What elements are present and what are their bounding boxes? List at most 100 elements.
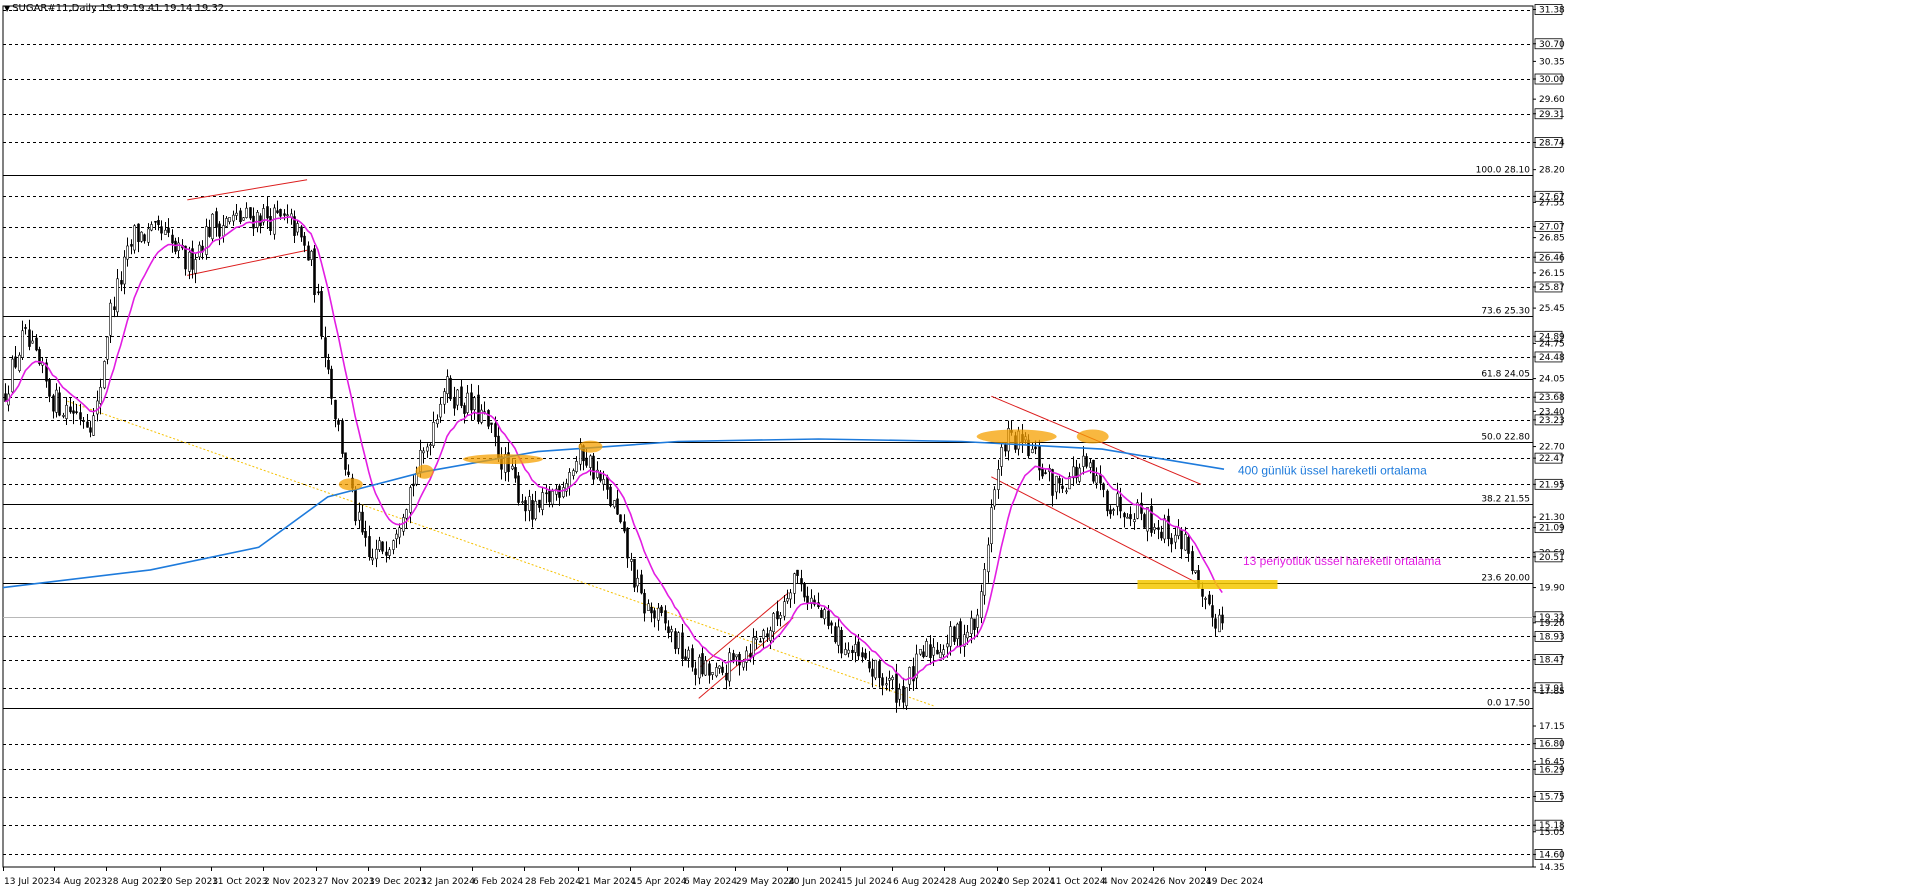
candle-body [650,606,653,614]
candle-body [619,514,622,523]
candle-body [1140,502,1143,514]
candle-body [300,226,303,238]
orange-highlight [976,429,1057,444]
candle-body [147,228,150,243]
price-tick-label: 30.35 [1539,57,1565,67]
time-tick-label: 15 Apr 2024 [631,877,687,887]
candle-body [405,509,408,519]
candle-body [800,578,803,585]
candle-body [602,479,605,485]
candle-body [949,626,952,647]
candle-body [670,629,673,633]
candle-body [1191,551,1194,572]
price-tick-label: 27.55 [1539,198,1565,208]
time-tick-label: 4 Nov 2024 [1102,877,1154,887]
candle-body [1211,605,1214,618]
price-tick-label: 15.05 [1539,828,1565,838]
candle-body [361,511,364,533]
candle-body [133,225,136,251]
candle-body [793,573,796,594]
candle-body [1126,516,1129,519]
candle-body [388,549,391,556]
candle-body [337,420,340,425]
time-tick-label: 19 Dec 2024 [1206,877,1264,887]
candle-body [109,302,112,336]
price-tick-label: 14.35 [1539,863,1565,873]
candle-body [327,359,330,370]
candle-body [1180,530,1183,550]
candle-body [820,609,823,618]
candle-body [1065,490,1068,493]
price-tick-label: 20.51 [1539,553,1565,563]
candle-body [140,231,143,242]
price-chart[interactable]: 100.0 28.10 73.6 25.30 61.8 24.05 50.0 22.8… [0,0,1916,888]
price-tick-label: 24.75 [1539,339,1565,349]
candle-body [313,248,316,295]
candle-body [779,615,782,619]
price-tick-label: 21.09 [1539,524,1565,534]
candle-body [1160,531,1163,539]
candle-body [837,626,840,646]
candle-body [225,218,228,227]
candle-body [551,491,554,505]
price-tick-label: 21.30 [1539,513,1565,523]
candle-body [150,224,153,231]
candle-body [742,661,745,668]
candle-body [347,471,350,475]
candle-body [1208,594,1211,605]
price-tick-label: 30.70 [1539,40,1565,50]
candle-body [324,337,327,358]
candle-body [446,376,449,395]
candle-body [354,489,357,522]
candle-body [677,632,680,649]
candle-body [599,473,602,481]
ema400-line [2,438,1225,589]
candle-body [256,212,259,228]
candle-body [494,423,497,438]
candle-body [1102,483,1105,490]
candle-body [239,210,242,223]
candle-body [898,688,901,700]
candle-body [983,569,986,596]
candle-body [222,225,225,237]
candle-body [694,668,697,675]
candle-body [228,217,231,223]
candle-body [881,677,884,686]
candle-body [521,501,524,503]
candle-body [215,211,218,228]
candle-body [99,386,102,404]
candle-body [480,409,483,423]
candle-body [235,212,238,216]
candle-body [613,500,616,508]
price-tick-label: 19.20 [1539,619,1565,629]
time-tick-label: 28 Feb 2024 [525,877,581,887]
time-tick-label: 19 Dec 2023 [369,877,427,887]
candle-body [772,613,775,632]
candle-body [657,607,660,621]
time-tick-label: 20 Sep 2023 [161,877,218,887]
candle-body [545,492,548,495]
price-tick-label: 18.47 [1539,656,1565,666]
candle-body [48,379,51,397]
price-tick-label: 16.29 [1539,765,1565,775]
chart-window: ▼ SUGAR#11,Daily 19.19 19.41 19.14 19.32 … [0,0,1916,888]
price-tick-label: 18.93 [1539,632,1565,642]
candle-body [888,677,891,681]
candle-body [769,630,772,641]
price-tick-label: 26.85 [1539,234,1565,244]
price-tick-label: 26.15 [1539,269,1565,279]
candle-body [1058,478,1061,484]
candle-body [392,540,395,550]
candle-body [827,610,830,626]
candle-body [160,226,163,234]
candle-body [786,598,789,602]
candle-body [738,653,741,666]
candle-body [636,577,639,587]
channel-line [187,179,308,201]
price-tick-label: 28.20 [1539,166,1565,176]
candle-body [103,361,106,389]
candle-body [123,256,126,285]
candle-body [164,229,167,235]
candle-body [752,637,755,657]
candle-body [341,420,344,454]
